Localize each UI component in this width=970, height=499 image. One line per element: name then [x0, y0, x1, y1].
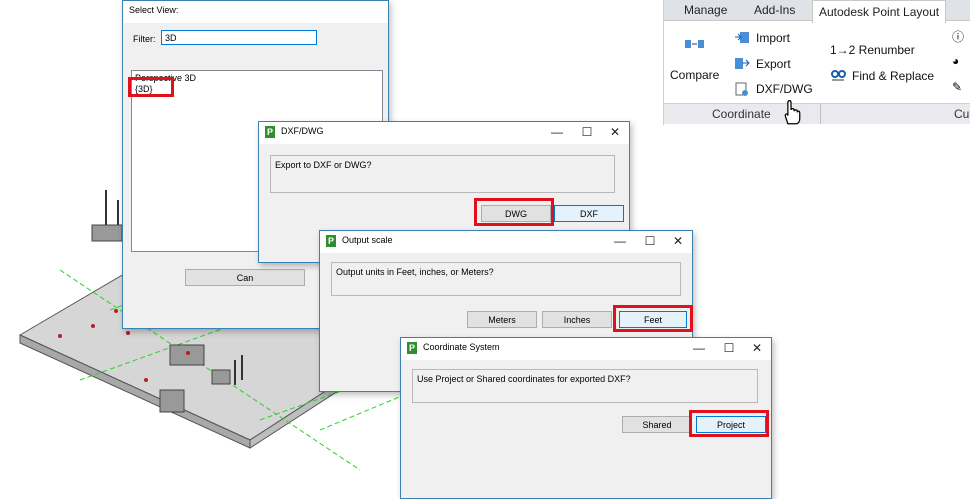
- filter-input[interactable]: [161, 30, 317, 45]
- ribbon-tab-bar: Manage Add-Ins Autodesk Point Layout: [664, 0, 970, 23]
- panel-label-cu: Cu: [954, 107, 970, 121]
- ribbon-panel: Manage Add-Ins Autodesk Point Layout Com…: [663, 0, 970, 125]
- dxf-dwg-title: DXF/DWG: [281, 126, 324, 136]
- panel-label-coordinate: Coordinate: [712, 107, 771, 121]
- dxf-button[interactable]: DXF: [554, 205, 624, 222]
- panel-divider: [820, 104, 821, 124]
- find-replace-button[interactable]: Find & Replace: [830, 68, 945, 86]
- dxf-icon: [735, 82, 748, 96]
- tab-autodesk-point-layout[interactable]: Autodesk Point Layout: [812, 0, 947, 23]
- close-button[interactable]: ✕: [747, 340, 767, 356]
- screenshot-scene: Manage Add-Ins Autodesk Point Layout Com…: [0, 0, 970, 499]
- compare-button[interactable]: Compare: [668, 38, 728, 84]
- compare-label: Compare: [670, 68, 720, 82]
- compare-icon: [685, 40, 704, 48]
- coordinate-system-message-text: Use Project or Shared coordinates for ex…: [417, 374, 631, 384]
- hand-cursor-icon: [784, 100, 801, 125]
- output-scale-titlebar: P Output scale — ☐ ✕: [320, 231, 692, 253]
- coordinate-system-title: Coordinate System: [423, 342, 500, 352]
- dxf-dwg-label: DXF/DWG: [756, 82, 813, 96]
- select-view-titlebar: Select View:: [123, 1, 388, 23]
- p-logo-icon: P: [265, 126, 275, 138]
- coordinate-system-titlebar: P Coordinate System — ☐ ✕: [401, 338, 771, 360]
- minimize-button[interactable]: —: [610, 233, 630, 249]
- highlight-feet-button: [613, 305, 693, 332]
- dxf-dwg-titlebar: P DXF/DWG — ☐ ✕: [259, 122, 629, 144]
- minimize-button[interactable]: —: [689, 340, 709, 356]
- highlight-dwg-button: [474, 198, 554, 226]
- info-icon: ⓘ: [952, 30, 965, 44]
- coordinate-system-message: Use Project or Shared coordinates for ex…: [412, 369, 758, 403]
- output-scale-message: Output units in Feet, inches, or Meters?: [331, 262, 681, 296]
- find-icon: [831, 70, 846, 81]
- highlight-project-button: [689, 410, 769, 437]
- dxf-dwg-button[interactable]: DXF/DWG: [734, 81, 819, 99]
- extra-ribbon-icons: ⓘ ◕ ✎: [949, 28, 969, 98]
- ribbon-panel-footer: Coordinate Cu: [664, 103, 970, 124]
- import-label: Import: [756, 31, 791, 45]
- report-icon: ✎: [952, 80, 963, 94]
- output-scale-title: Output scale: [342, 235, 393, 245]
- maximize-button[interactable]: ☐: [719, 340, 739, 356]
- dxf-dwg-message: Export to DXF or DWG?: [270, 155, 615, 193]
- highlight-3d-item: [128, 77, 174, 97]
- inches-button[interactable]: Inches: [542, 311, 612, 328]
- shared-button[interactable]: Shared: [622, 416, 692, 433]
- maximize-button[interactable]: ☐: [577, 124, 597, 140]
- close-button[interactable]: ✕: [605, 124, 625, 140]
- meters-button[interactable]: Meters: [467, 311, 537, 328]
- filter-label: Filter:: [133, 34, 156, 44]
- minimize-button[interactable]: —: [547, 124, 567, 140]
- output-scale-message-text: Output units in Feet, inches, or Meters?: [336, 267, 494, 277]
- cancel-button[interactable]: Can: [185, 269, 305, 286]
- tab-manage[interactable]: Manage: [684, 3, 727, 17]
- p-logo-icon: P: [326, 235, 336, 247]
- import-button[interactable]: Import: [734, 30, 804, 48]
- dxf-dwg-message-text: Export to DXF or DWG?: [275, 160, 372, 170]
- renumber-button[interactable]: 1→2 Renumber: [830, 43, 915, 57]
- gauge-icon: ◕: [952, 54, 960, 68]
- import-icon: [735, 32, 749, 43]
- maximize-button[interactable]: ☐: [640, 233, 660, 249]
- export-icon: [735, 58, 750, 69]
- find-replace-label: Find & Replace: [852, 69, 935, 83]
- export-button[interactable]: Export: [734, 56, 804, 74]
- tab-add-ins[interactable]: Add-Ins: [754, 3, 795, 17]
- export-label: Export: [756, 57, 791, 71]
- p-logo-icon: P: [407, 342, 417, 354]
- close-button[interactable]: ✕: [668, 233, 688, 249]
- select-view-title: Select View:: [129, 5, 179, 15]
